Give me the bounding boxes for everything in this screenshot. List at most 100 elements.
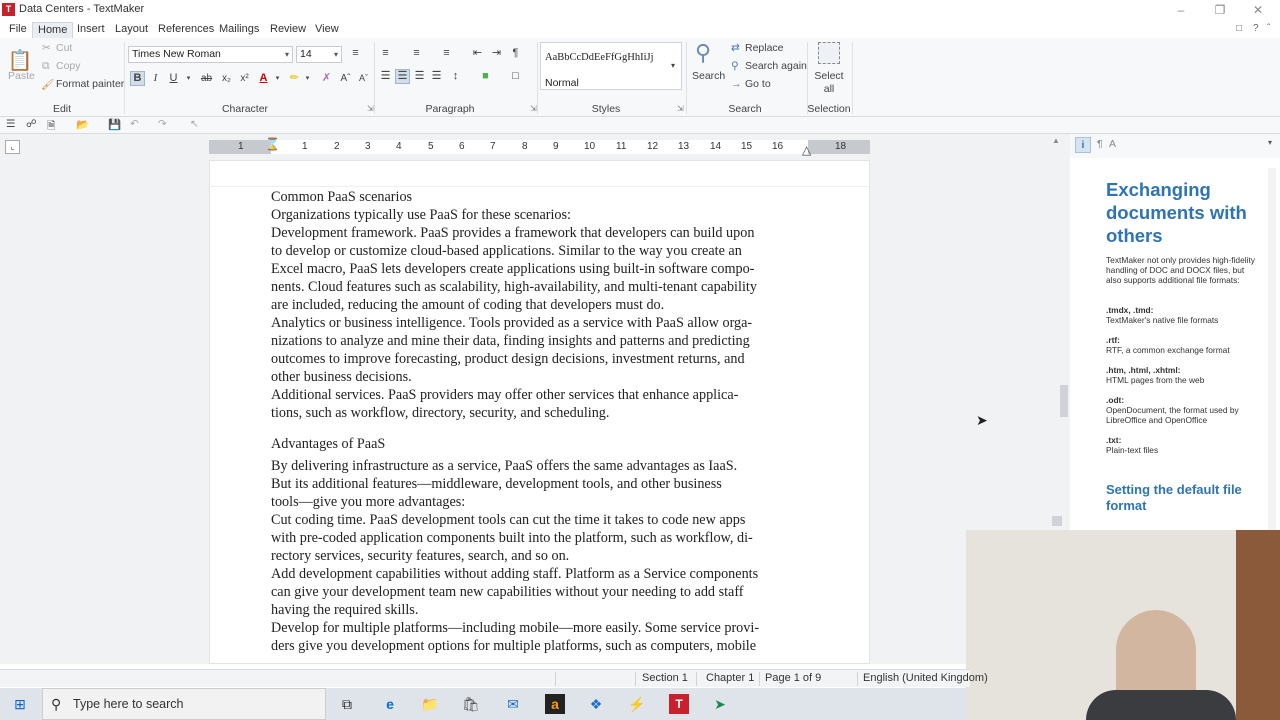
dropbox-icon[interactable]: ❖: [586, 694, 606, 714]
character-dialog-icon[interactable]: ⇲: [367, 104, 374, 113]
redo-icon[interactable]: ↷: [158, 118, 167, 130]
replace-button[interactable]: Replace: [745, 42, 784, 54]
body-text-line[interactable]: Excel macro, PaaS lets developers create…: [271, 260, 754, 278]
strikethrough-icon[interactable]: ab: [199, 71, 214, 86]
tab-stop-selector[interactable]: ⌞: [5, 140, 20, 154]
body-text-line[interactable]: rectory services, security features, sea…: [271, 547, 569, 565]
menu-mailings[interactable]: Mailings: [214, 22, 264, 38]
mode-icon[interactable]: ☍: [26, 118, 37, 130]
menu-references[interactable]: References: [153, 22, 219, 38]
font-options-icon[interactable]: ≡: [348, 46, 363, 61]
notification-icon[interactable]: □: [1231, 22, 1247, 38]
mail-icon[interactable]: ✉: [503, 694, 523, 714]
sidebar-scrollbar[interactable]: [1268, 168, 1276, 530]
character-style-icon[interactable]: A: [1109, 138, 1116, 150]
subscript-icon[interactable]: x₂: [219, 71, 234, 86]
multilevel-list-icon[interactable]: ≡: [439, 46, 454, 61]
font-color-dropdown-icon[interactable]: ▾: [270, 71, 285, 86]
font-color-icon[interactable]: A: [256, 71, 271, 86]
body-text-line[interactable]: are included, reducing the amount of cod…: [271, 296, 664, 314]
status-chapter[interactable]: Chapter 1: [706, 672, 754, 684]
windows-start-icon[interactable]: ⊞: [10, 694, 30, 714]
styles-gallery[interactable]: AaBbCcDdEeFfGgHhIiJj Normal ▾: [540, 42, 682, 90]
superscript-icon[interactable]: x²: [237, 71, 252, 86]
search-button[interactable]: Search: [692, 70, 725, 82]
menu-insert[interactable]: Insert: [72, 22, 110, 38]
replace-icon[interactable]: ⇄: [731, 42, 740, 54]
app-lightning-icon[interactable]: ⚡: [627, 694, 647, 714]
paste-button[interactable]: Paste: [8, 70, 35, 82]
status-section[interactable]: Section 1: [642, 672, 688, 684]
paste-icon[interactable]: 📋: [6, 48, 34, 72]
pilcrow-icon[interactable]: ¶: [508, 46, 523, 61]
first-line-indent-icon[interactable]: ⌛: [265, 137, 280, 151]
body-text-line[interactable]: with pre-coded application components bu…: [271, 529, 753, 547]
search-again-button[interactable]: Search again: [745, 60, 807, 72]
body-text-line[interactable]: Analytics or business intelligence. Tool…: [271, 314, 752, 332]
bold-button[interactable]: B: [130, 71, 145, 86]
body-text-line[interactable]: Add development capabilities without add…: [271, 565, 758, 583]
body-text-line[interactable]: to develop or customize cloud-based appl…: [271, 242, 742, 260]
line-spacing-icon[interactable]: ↕: [448, 69, 463, 84]
bullets-icon[interactable]: ≡: [378, 46, 393, 61]
borders-icon[interactable]: □: [508, 69, 523, 84]
styles-dialog-icon[interactable]: ⇲: [677, 104, 684, 113]
body-text-line[interactable]: Additional services. PaaS providers may …: [271, 386, 738, 404]
info-icon[interactable]: i: [1075, 137, 1091, 153]
italic-button[interactable]: I: [148, 71, 163, 86]
numbering-icon[interactable]: ≡: [409, 46, 424, 61]
body-text-line[interactable]: By delivering infrastructure as a servic…: [271, 457, 737, 475]
cut-icon[interactable]: ✂: [42, 42, 51, 54]
body-text-line[interactable]: other business decisions.: [271, 368, 412, 386]
amazon-icon[interactable]: a: [545, 694, 565, 714]
body-text-line[interactable]: outcomes to improve forecasting, product…: [271, 350, 745, 368]
shading-icon[interactable]: ■: [478, 69, 493, 84]
maximize-icon[interactable]: ❐: [1205, 2, 1235, 18]
body-text-line[interactable]: Organizations typically use PaaS for the…: [271, 206, 571, 224]
paragraph-dialog-icon[interactable]: ⇲: [530, 104, 537, 113]
taskbar-search-box[interactable]: ⚲ Type here to search: [42, 688, 326, 720]
undo-icon[interactable]: ↶: [130, 118, 139, 130]
vertical-scrollbar-thumb[interactable]: [1060, 385, 1068, 417]
font-size-combo[interactable]: 14 ▾: [296, 46, 342, 63]
edge-browser-icon[interactable]: e: [380, 694, 400, 714]
shrink-font-icon[interactable]: Aˇ: [356, 71, 371, 86]
go-to-icon[interactable]: →: [731, 78, 742, 90]
body-text-line[interactable]: But its additional features—middleware, …: [271, 475, 722, 493]
scroll-up-icon[interactable]: ▲: [1052, 136, 1060, 145]
status-page[interactable]: Page 1 of 9: [765, 672, 821, 684]
ribbon-collapse-icon[interactable]: ˆ: [1262, 22, 1275, 38]
styles-dropdown-icon[interactable]: ▾: [671, 61, 675, 70]
section-heading[interactable]: Common PaaS scenarios: [271, 188, 412, 206]
menu-home[interactable]: Home: [32, 22, 74, 38]
body-text-line[interactable]: Development framework. PaaS provides a f…: [271, 224, 754, 242]
decrease-indent-icon[interactable]: ⇤: [470, 46, 485, 61]
body-text-line[interactable]: tools—give you more advantages:: [271, 493, 465, 511]
format-painter-icon[interactable]: 🖌: [41, 78, 54, 91]
copy-button[interactable]: Copy: [56, 60, 81, 72]
increase-indent-icon[interactable]: ⇥: [489, 46, 504, 61]
pointer-icon[interactable]: ↖: [190, 118, 199, 130]
menu-icon[interactable]: ☰: [6, 118, 15, 130]
search-again-icon[interactable]: ⚲: [731, 60, 739, 72]
select-all-icon[interactable]: [818, 42, 840, 64]
align-left-icon[interactable]: ☰: [378, 69, 393, 84]
search-icon[interactable]: ⚲: [695, 40, 711, 66]
cut-button[interactable]: Cut: [56, 42, 72, 54]
underline-dropdown-icon[interactable]: ▾: [181, 71, 196, 86]
textmaker-app-icon[interactable]: T: [2, 3, 15, 16]
select-all-button[interactable]: Select all: [811, 70, 847, 96]
body-text-line[interactable]: Cut coding time. PaaS development tools …: [271, 511, 745, 529]
textmaker-taskbar-icon[interactable]: T: [669, 694, 689, 714]
highlight-dropdown-icon[interactable]: ▾: [300, 71, 315, 86]
store-icon[interactable]: 🛍: [461, 694, 481, 714]
align-right-icon[interactable]: ☰: [412, 69, 427, 84]
right-indent-icon[interactable]: △: [802, 143, 811, 157]
go-to-button[interactable]: Go to: [745, 78, 771, 90]
status-language[interactable]: English (United Kingdom): [863, 672, 988, 684]
close-icon[interactable]: ✕: [1243, 2, 1273, 18]
save-icon[interactable]: 💾: [108, 118, 121, 131]
task-view-icon[interactable]: ⧉: [337, 694, 357, 714]
body-text-line[interactable]: can give your development team new capab…: [271, 583, 744, 601]
grow-font-icon[interactable]: Aˆ: [338, 71, 353, 86]
